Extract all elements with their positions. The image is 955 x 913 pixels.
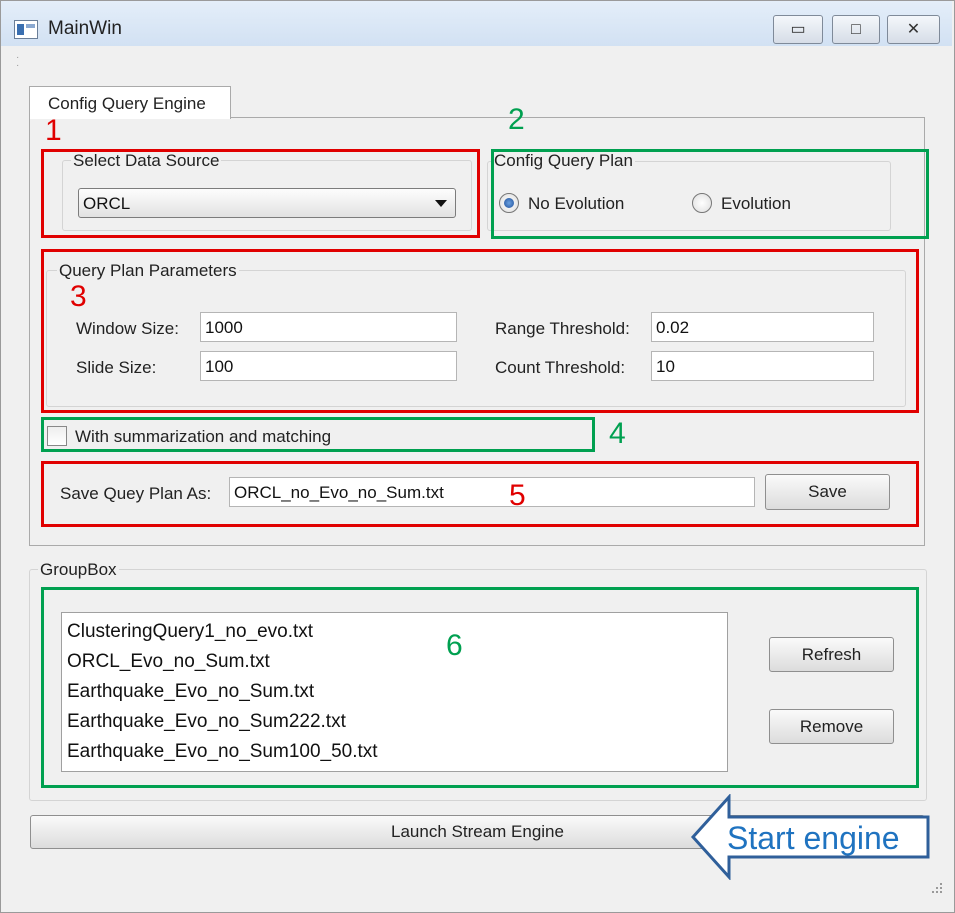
maximize-icon: □	[851, 21, 861, 38]
window-title: MainWin	[48, 18, 122, 39]
annotation-box-2	[491, 149, 929, 239]
start-engine-label: Start engine	[727, 820, 900, 856]
minimize-icon: ▭	[790, 21, 806, 38]
app-window-icon	[14, 20, 38, 39]
annotation-number-5: 5	[509, 479, 526, 512]
annotation-number-1: 1	[45, 114, 62, 147]
annotation-box-1	[41, 149, 480, 238]
annotation-number-3: 3	[70, 280, 87, 313]
annotation-number-2: 2	[508, 103, 525, 136]
tab-label: Config Query Engine	[48, 94, 206, 113]
annotation-box-6	[41, 587, 919, 788]
toolbar-grip-icon[interactable]: · ·	[16, 53, 19, 71]
files-group-title: GroupBox	[38, 560, 119, 580]
maximize-button[interactable]: □	[832, 15, 880, 44]
annotation-number-4: 4	[609, 417, 626, 450]
annotation-box-5	[41, 461, 919, 527]
annotation-number-6: 6	[446, 629, 463, 662]
minimize-button[interactable]: ▭	[773, 15, 823, 44]
annotation-box-4	[41, 417, 595, 452]
annotation-box-3	[41, 249, 919, 413]
close-button[interactable]: ✕	[887, 15, 940, 44]
resize-grip-icon[interactable]	[925, 878, 945, 898]
close-icon: ✕	[906, 21, 921, 38]
